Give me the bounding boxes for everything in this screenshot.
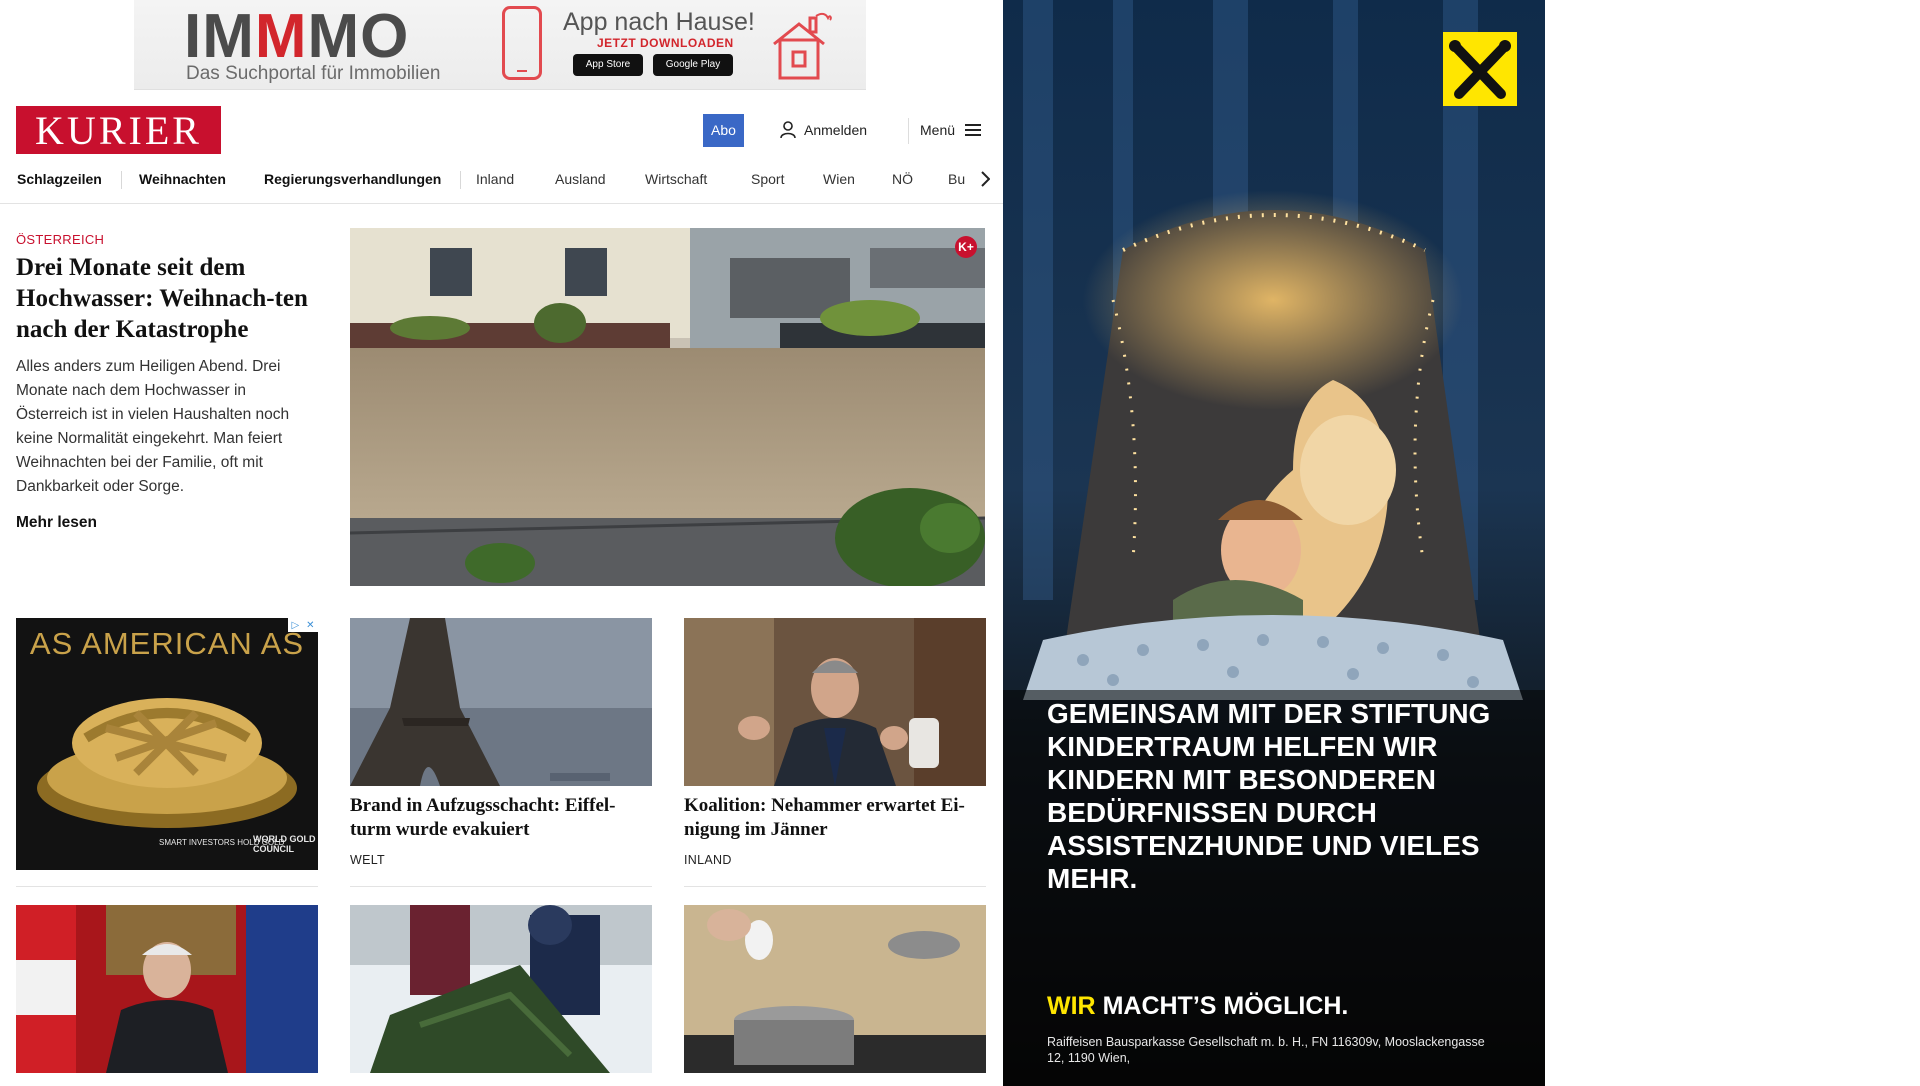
card-image-nehammer[interactable] [684, 618, 986, 786]
ad-cta: JETZT DOWNLOADEN [597, 36, 734, 50]
nav-scroll-right-button[interactable] [970, 165, 1000, 193]
nav-item-sport[interactable]: Sport [751, 165, 784, 193]
ad-headline: App nach Hause! [563, 8, 755, 36]
lead-headline[interactable]: Drei Monate seit dem Hochwasser: Weihnac… [16, 252, 321, 345]
politician-photo [684, 618, 986, 786]
tent-dog-photo [1003, 0, 1545, 1086]
nav-item-wirtschaft[interactable]: Wirtschaft [645, 165, 707, 193]
card-image-christmas-tree[interactable] [350, 905, 652, 1073]
header-divider [908, 118, 909, 144]
immmo-tagline: Das Suchportal für Immobilien [186, 63, 441, 84]
president-photo [16, 905, 318, 1073]
side-ad-slogan: WIR MACHT’S MÖGLICH. [1047, 992, 1349, 1020]
house-icon [773, 12, 832, 80]
user-icon [780, 121, 796, 139]
gold-council-ad[interactable]: AS AMERICAN AS SMART INVESTORS HOLD GOLD… [16, 618, 318, 870]
card-image-eiffel[interactable] [350, 618, 652, 786]
premium-badge: K+ [955, 236, 977, 258]
eiffel-photo [350, 618, 652, 786]
menu-label: Menü [920, 122, 956, 138]
gold-ad-brand: WORLD GOLD COUNCIL [253, 834, 316, 854]
row-divider [16, 886, 318, 887]
kurier-logo[interactable]: KURIER [16, 106, 221, 154]
crossed-gables-icon [1449, 40, 1511, 99]
gold-ad-headline: AS AMERICAN AS [29, 626, 305, 661]
menu-button[interactable]: Menü [920, 118, 982, 142]
raiffeisen-logo [1443, 32, 1517, 106]
lead-image-flood[interactable]: K+ [350, 228, 985, 586]
close-icon[interactable]: ✕ [306, 620, 314, 631]
card-headline[interactable]: Brand in Aufzugsschacht: Eiffel-turm wur… [350, 794, 652, 842]
login-button[interactable]: Anmelden [780, 118, 867, 142]
side-ad-copy: Gemeinsam mit der Stiftung Kindertraum h… [1047, 698, 1491, 894]
nav-item-burgenland[interactable]: Bu [948, 165, 965, 193]
raiffeisen-side-ad[interactable]: Gemeinsam mit der Stiftung Kindertraum h… [1003, 0, 1545, 1086]
row-divider [684, 886, 986, 887]
top-banner-ad[interactable]: IMMMO Das Suchportal für Immobilien App … [134, 0, 866, 90]
flood-photo [350, 228, 985, 586]
row-divider [350, 886, 652, 887]
card-category[interactable]: Welt [350, 853, 385, 867]
nav-item-weihnachten[interactable]: Weihnachten [139, 165, 226, 193]
card-image-cooking[interactable] [684, 905, 986, 1073]
hamburger-icon [965, 124, 982, 136]
cooking-photo [684, 905, 986, 1073]
read-more-link[interactable]: Mehr lesen [16, 514, 97, 532]
lead-teaser: Alles anders zum Heiligen Abend. Drei Mo… [16, 358, 290, 495]
nav-item-regierungsverhandlungen[interactable]: Regierungsverhandlungen [264, 165, 441, 193]
nav-item-wien[interactable]: Wien [823, 165, 855, 193]
nav-divider [121, 171, 122, 189]
side-ad-legal: Raiffeisen Bausparkasse Gesellschaft m. … [1047, 1035, 1485, 1065]
nav-item-ausland[interactable]: Ausland [555, 165, 606, 193]
lead-kicker[interactable]: Österreich [16, 232, 104, 247]
nav-item-noe[interactable]: NÖ [892, 165, 913, 193]
adchoices-triangle-icon: ▷ [291, 619, 300, 631]
card-category[interactable]: Inland [684, 853, 732, 867]
card-image-president[interactable] [16, 905, 318, 1073]
google-play-badge[interactable]: Google Play [653, 54, 733, 76]
login-label: Anmelden [804, 122, 868, 138]
app-store-badge[interactable]: App Store [573, 54, 643, 76]
chevron-right-icon [981, 171, 990, 187]
section-nav: Schlagzeilen Weihnachten Regierungsverha… [0, 165, 1003, 204]
nav-item-schlagzeilen[interactable]: Schlagzeilen [17, 165, 102, 193]
tree-photo [350, 905, 652, 1073]
card-headline[interactable]: Koalition: Nehammer erwartet Ei-nigung i… [684, 794, 986, 842]
abo-button[interactable]: Abo [703, 114, 744, 147]
nav-item-inland[interactable]: Inland [476, 165, 514, 193]
phone-icon [502, 6, 542, 80]
nav-divider [460, 171, 461, 189]
adchoices-icon[interactable]: ▷ ✕ [288, 618, 318, 632]
immmo-logo: IMMMO [184, 2, 410, 71]
